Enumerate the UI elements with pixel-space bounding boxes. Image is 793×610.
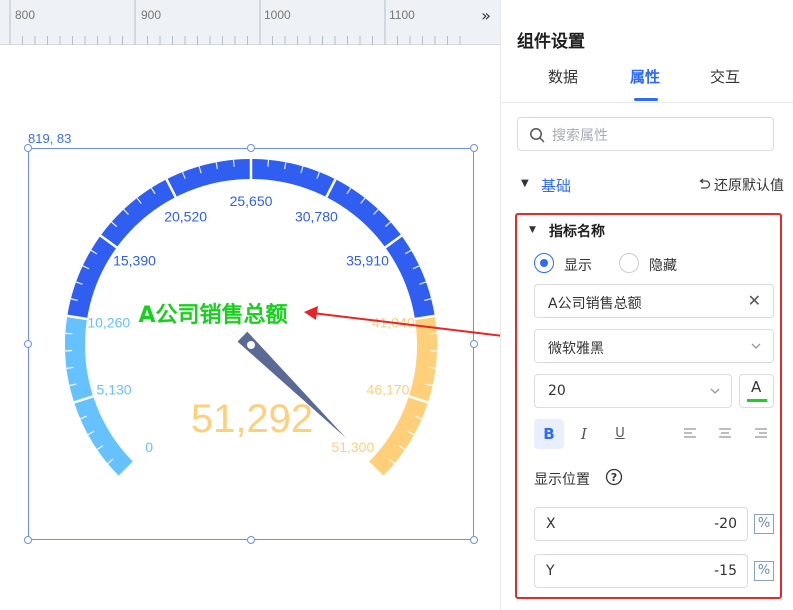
svg-text:?: ? bbox=[611, 471, 617, 484]
search-box[interactable] bbox=[517, 117, 774, 151]
gauge-tick-label: 35,910 bbox=[346, 252, 389, 268]
needle-hub bbox=[247, 341, 255, 349]
help-icon[interactable]: ? bbox=[605, 468, 623, 486]
gauge-tick-label: 10,260 bbox=[87, 314, 130, 330]
basic-section-header[interactable]: ▼ 基础 还原默认值 bbox=[517, 172, 784, 198]
gauge-minor-tick bbox=[267, 159, 270, 167]
search-icon bbox=[530, 128, 545, 143]
chevron-down-icon bbox=[751, 343, 761, 349]
indicator-name-section-title: 指标名称 bbox=[549, 224, 605, 240]
close-icon[interactable]: ✕ bbox=[748, 291, 761, 310]
panel-title: 组件设置 bbox=[517, 32, 585, 52]
undo-icon bbox=[699, 178, 711, 189]
gauge-tick-label: 51,300 bbox=[331, 439, 374, 455]
settings-panel: 组件设置 数据 属性 交互 ▼ 基础 还原默认值 ▼ 指标名称 bbox=[500, 0, 793, 610]
tab-data[interactable]: 数据 bbox=[548, 66, 578, 87]
align-center-icon[interactable] bbox=[717, 425, 733, 441]
search-input[interactable] bbox=[552, 124, 762, 146]
x-value: -20 bbox=[714, 516, 737, 532]
gauge-tick-label: 20,520 bbox=[164, 209, 207, 225]
gauge-minor-tick bbox=[232, 159, 235, 167]
gauge-arc-segment bbox=[67, 159, 435, 320]
font-size-value: 20 bbox=[548, 383, 566, 399]
gauge-tick-label: 0 bbox=[145, 439, 153, 455]
y-offset-input[interactable]: Y -15 bbox=[534, 554, 748, 588]
chevron-down-icon[interactable]: ▼ bbox=[529, 225, 536, 235]
gauge-value: 51,292 bbox=[191, 397, 313, 441]
gauge-chart: 0 5,130 10,260 15,390 20,520 25,650 30,780 35,9… bbox=[65, 159, 500, 478]
annotation-arrow-head bbox=[304, 306, 318, 320]
x-label: X bbox=[546, 516, 556, 532]
tab-properties[interactable]: 属性 bbox=[630, 66, 660, 87]
font-size-select[interactable]: 20 bbox=[534, 374, 732, 408]
gauge-tick-label: 46,170 bbox=[367, 381, 410, 397]
hide-radio-label: 隐藏 bbox=[649, 258, 677, 274]
y-unit-percent-toggle[interactable]: % bbox=[754, 561, 774, 581]
align-right-icon[interactable] bbox=[753, 425, 769, 441]
align-left-icon[interactable] bbox=[682, 425, 698, 441]
y-value: -15 bbox=[714, 563, 737, 579]
show-radio-label: 显示 bbox=[564, 258, 592, 274]
y-label: Y bbox=[546, 563, 555, 579]
x-unit-percent-toggle[interactable]: % bbox=[754, 514, 774, 534]
basic-section-label: 基础 bbox=[541, 177, 572, 195]
gauge-tick-label: 5,130 bbox=[97, 381, 132, 397]
font-family-select[interactable]: 微软雅黑 bbox=[534, 329, 774, 363]
app-window: 800 900 1000 1100 » 819, 83 0 5,130 10,260… bbox=[0, 0, 793, 610]
chevron-down-icon bbox=[710, 388, 720, 394]
reset-defaults-button[interactable]: 还原默认值 bbox=[697, 175, 784, 195]
indicator-name-value: A公司销售总额 bbox=[548, 296, 642, 312]
italic-button[interactable]: I bbox=[569, 419, 599, 449]
reset-defaults-label: 还原默认值 bbox=[714, 178, 784, 194]
gauge-tick-label: 15,390 bbox=[113, 252, 156, 268]
font-color-button[interactable]: A bbox=[739, 374, 774, 408]
design-canvas[interactable]: 800 900 1000 1100 » 819, 83 0 5,130 10,260… bbox=[0, 0, 500, 610]
font-color-swatch bbox=[747, 399, 767, 402]
gauge-tick-label: 30,780 bbox=[295, 209, 338, 225]
divider bbox=[501, 102, 793, 103]
underline-button[interactable]: U bbox=[605, 419, 635, 449]
font-family-value: 微软雅黑 bbox=[548, 341, 604, 357]
display-position-label: 显示位置 bbox=[534, 472, 590, 488]
x-offset-input[interactable]: X -20 bbox=[534, 507, 748, 541]
tab-interaction[interactable]: 交互 bbox=[710, 66, 740, 87]
active-tab-indicator bbox=[634, 98, 658, 101]
bold-button[interactable]: B bbox=[534, 419, 564, 449]
chevron-down-icon: ▼ bbox=[521, 178, 529, 189]
indicator-name-input[interactable]: A公司销售总额 ✕ bbox=[534, 284, 774, 318]
gauge-tick-label: 25,650 bbox=[230, 193, 273, 209]
font-color-icon: A bbox=[751, 378, 762, 396]
gauge-title: A公司销售总额 bbox=[138, 302, 287, 328]
hide-radio[interactable] bbox=[619, 253, 639, 273]
show-radio[interactable] bbox=[534, 253, 554, 273]
